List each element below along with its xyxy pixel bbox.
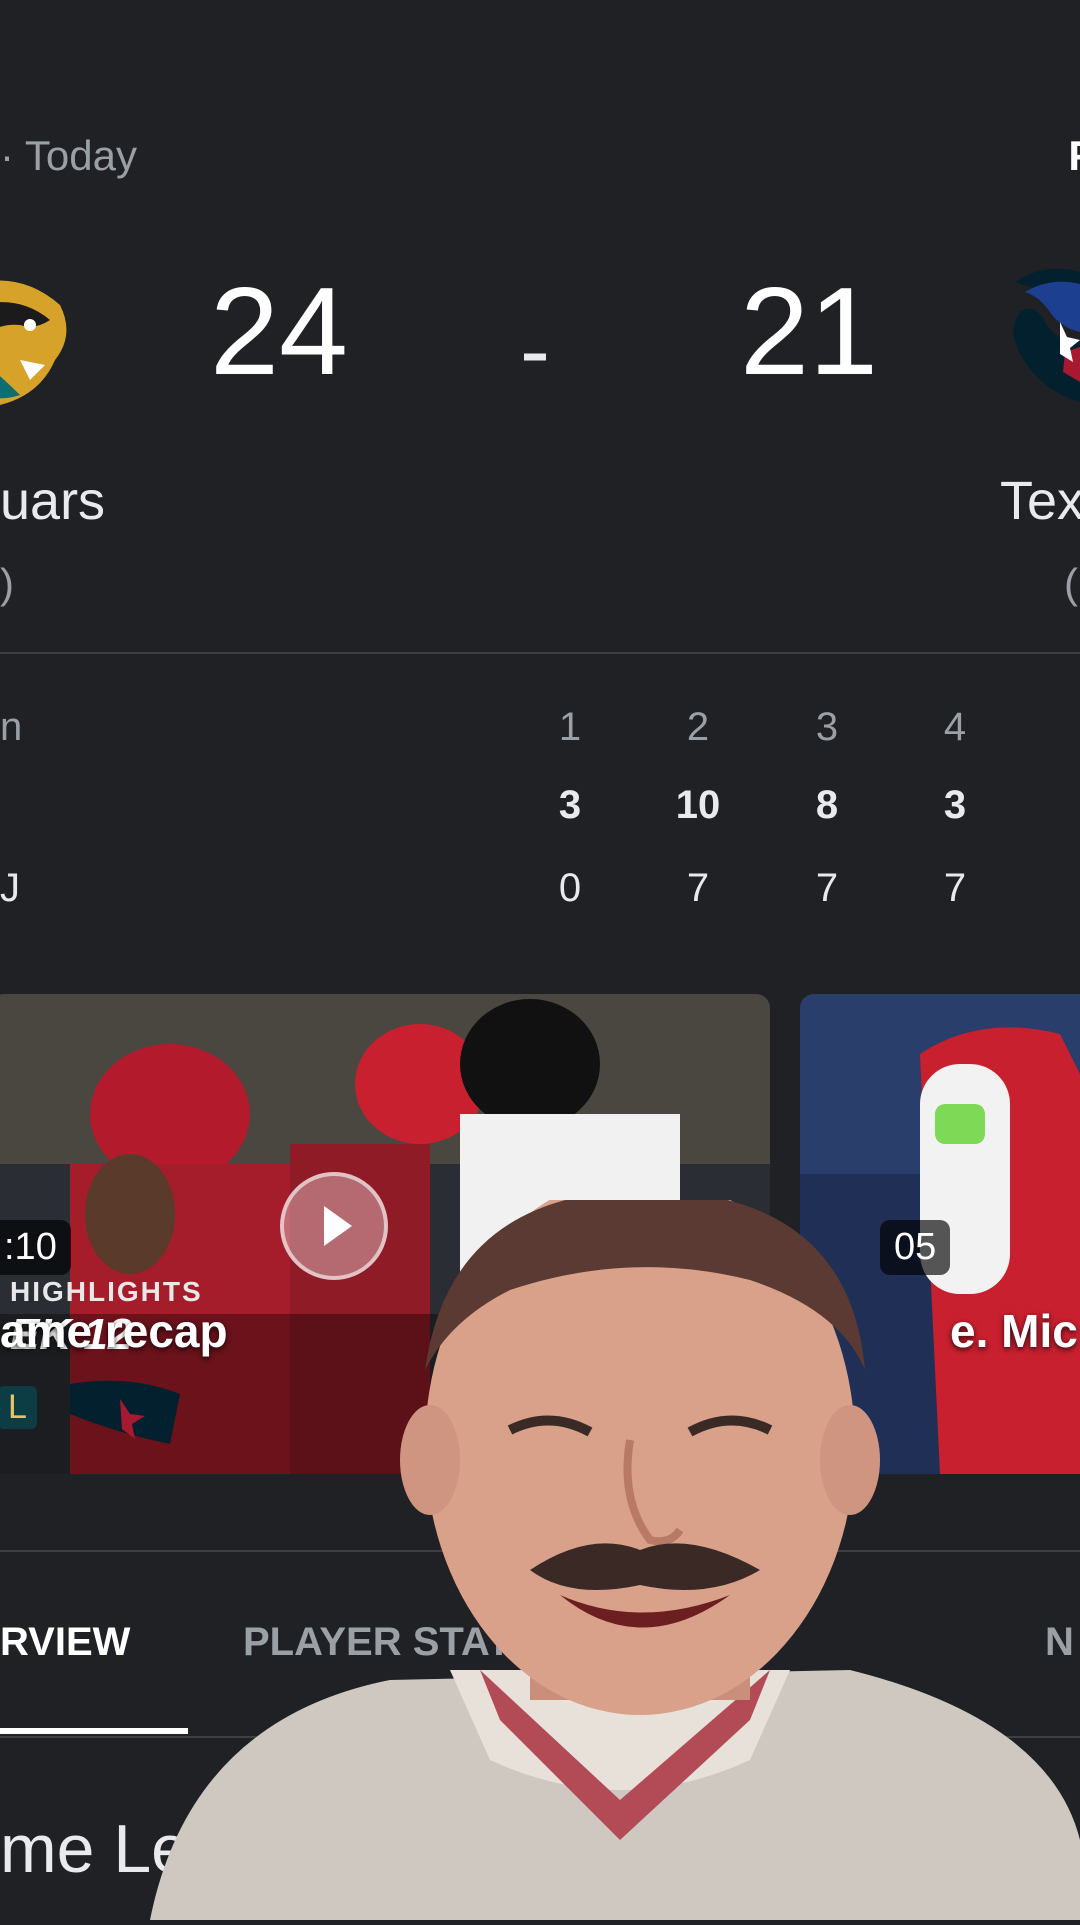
away-team-name[interactable]: Tex: [1000, 470, 1080, 532]
quarter-2-header: 2: [686, 705, 710, 749]
linescore-cell: 3: [943, 783, 967, 827]
linescore-cell: 8: [815, 783, 839, 827]
linescore-header: 1 2 3 4: [0, 705, 1080, 755]
linescore-row-home: 3 10 8 3 2: [0, 783, 1080, 833]
linescore-cell: 2: [1066, 866, 1080, 911]
linescore-cell: 3: [558, 783, 582, 827]
scoreboard-divider: [0, 652, 1080, 654]
away-team-record: (: [1064, 560, 1078, 607]
quarter-1-header: 1: [558, 705, 582, 749]
score-separator: -: [520, 301, 550, 401]
linescore-cell: 0: [558, 866, 582, 910]
away-score: 21: [740, 263, 878, 401]
video-badge: L: [0, 1386, 37, 1429]
tab-overview[interactable]: RVIEW: [0, 1620, 130, 1665]
linescore-cell: 7: [815, 866, 839, 910]
home-team-name[interactable]: uars: [0, 470, 105, 532]
linescore-cell: 7: [686, 866, 710, 910]
linescore-cell: 7: [943, 866, 967, 910]
game-status: · Today: [0, 132, 137, 179]
quarter-3-header: 3: [815, 705, 839, 749]
home-score: 24: [210, 263, 348, 401]
linescore-cell: 10: [675, 783, 721, 827]
linescore-row-away: J 0 7 7 7 2: [0, 866, 1080, 916]
texans-logo-icon[interactable]: [1005, 262, 1080, 422]
linescore-team: J: [0, 866, 20, 910]
jaguars-logo-icon[interactable]: [0, 265, 75, 415]
meme-overlay-image: [150, 1175, 1080, 1920]
header-corner-label: F: [1068, 132, 1080, 180]
quarter-4-header: 4: [943, 705, 967, 749]
home-team-record: ): [0, 560, 14, 607]
video-duration-badge: :10: [0, 1220, 71, 1275]
linescore-cell: 2: [1066, 783, 1080, 828]
